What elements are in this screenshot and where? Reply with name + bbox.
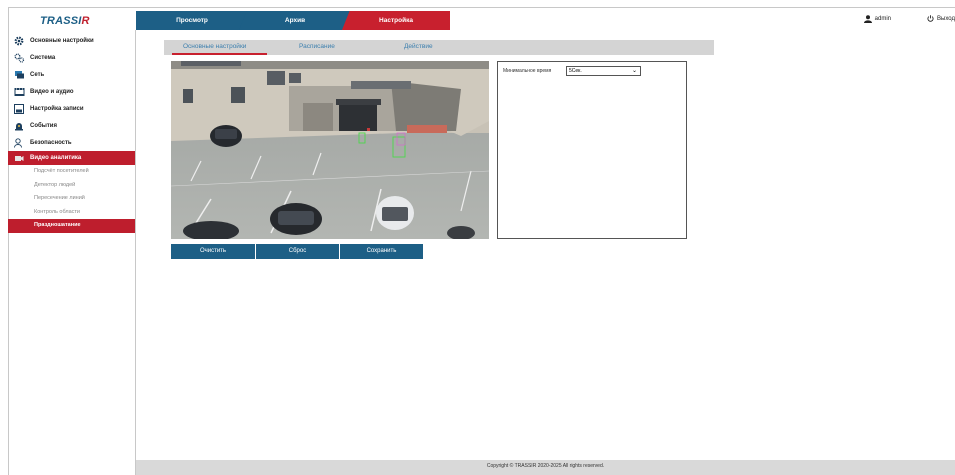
username: admin (874, 16, 891, 22)
camera-frame-image (171, 61, 489, 239)
analytics-icon (13, 153, 25, 163)
tab-archive[interactable]: Архив (239, 11, 351, 30)
user-shield-icon (13, 137, 25, 148)
sidebar-subitem-people-detector[interactable]: Детектор людей (8, 179, 135, 193)
gears-icon (13, 53, 25, 63)
network-icon (13, 70, 25, 80)
sidebar-item-events[interactable]: События (8, 117, 135, 134)
logout-label: Выход (937, 15, 955, 22)
sidebar-subitem-area-control[interactable]: Контроль области (8, 206, 135, 220)
sidebar-item-system[interactable]: Система (8, 49, 135, 66)
reset-button[interactable]: Сброс (256, 244, 339, 259)
chevron-down-icon: ⌄ (631, 68, 637, 74)
trassir-logo: TRASSIR (40, 15, 90, 27)
camera-preview[interactable] (171, 61, 489, 239)
settings-subtabs: Основные настройки Расписание Действие (164, 40, 714, 55)
subtab-action[interactable]: Действие (404, 43, 433, 50)
disk-icon (13, 103, 25, 114)
min-time-value: 5Сек. (569, 68, 582, 74)
active-subtab-indicator (172, 53, 267, 55)
top-header: TRASSIR Просмотр Архив Настройка admin В… (8, 7, 955, 30)
sidebar-item-network[interactable]: Сеть (8, 66, 135, 83)
user-icon (863, 15, 872, 23)
sidebar-item-recording[interactable]: Настройка записи (8, 100, 135, 117)
alarm-icon (13, 121, 25, 131)
min-time-label: Минимальное время (503, 68, 552, 74)
subtab-schedule[interactable]: Расписание (299, 43, 335, 50)
film-icon (13, 87, 25, 97)
min-time-select[interactable]: 5Сек. ⌄ (566, 66, 641, 76)
sidebar-item-video-audio[interactable]: Видео и аудио (8, 83, 135, 100)
subtab-basic-settings[interactable]: Основные настройки (183, 43, 246, 50)
save-button[interactable]: Сохранить (340, 244, 423, 259)
logout-button[interactable]: Выход (927, 15, 955, 22)
sidebar-subitem-visitor-count[interactable]: Подсчёт посетителей (8, 165, 135, 179)
clear-button[interactable]: Очистить (171, 244, 255, 259)
power-icon (927, 15, 934, 22)
footer-copyright: Copyright © TRASSIR 2020-2025 All rights… (136, 460, 955, 475)
gear-icon (13, 36, 25, 46)
sidebar: Основные настройки Система Сеть Видео и … (8, 30, 136, 475)
sidebar-item-basic-settings[interactable]: Основные настройки (8, 32, 135, 49)
options-panel: Минимальное время 5Сек. ⌄ (497, 61, 687, 239)
sidebar-item-security[interactable]: Безопасность (8, 134, 135, 151)
sidebar-item-video-analytics[interactable]: Видео аналитика (8, 151, 135, 165)
sidebar-subitem-loitering[interactable]: Праздношатание (8, 219, 135, 233)
user-menu[interactable]: admin (863, 15, 891, 23)
tab-view[interactable]: Просмотр (136, 11, 248, 30)
tab-settings[interactable]: Настройка (342, 11, 450, 30)
sidebar-subitem-line-crossing[interactable]: Пересечение линий (8, 192, 135, 206)
